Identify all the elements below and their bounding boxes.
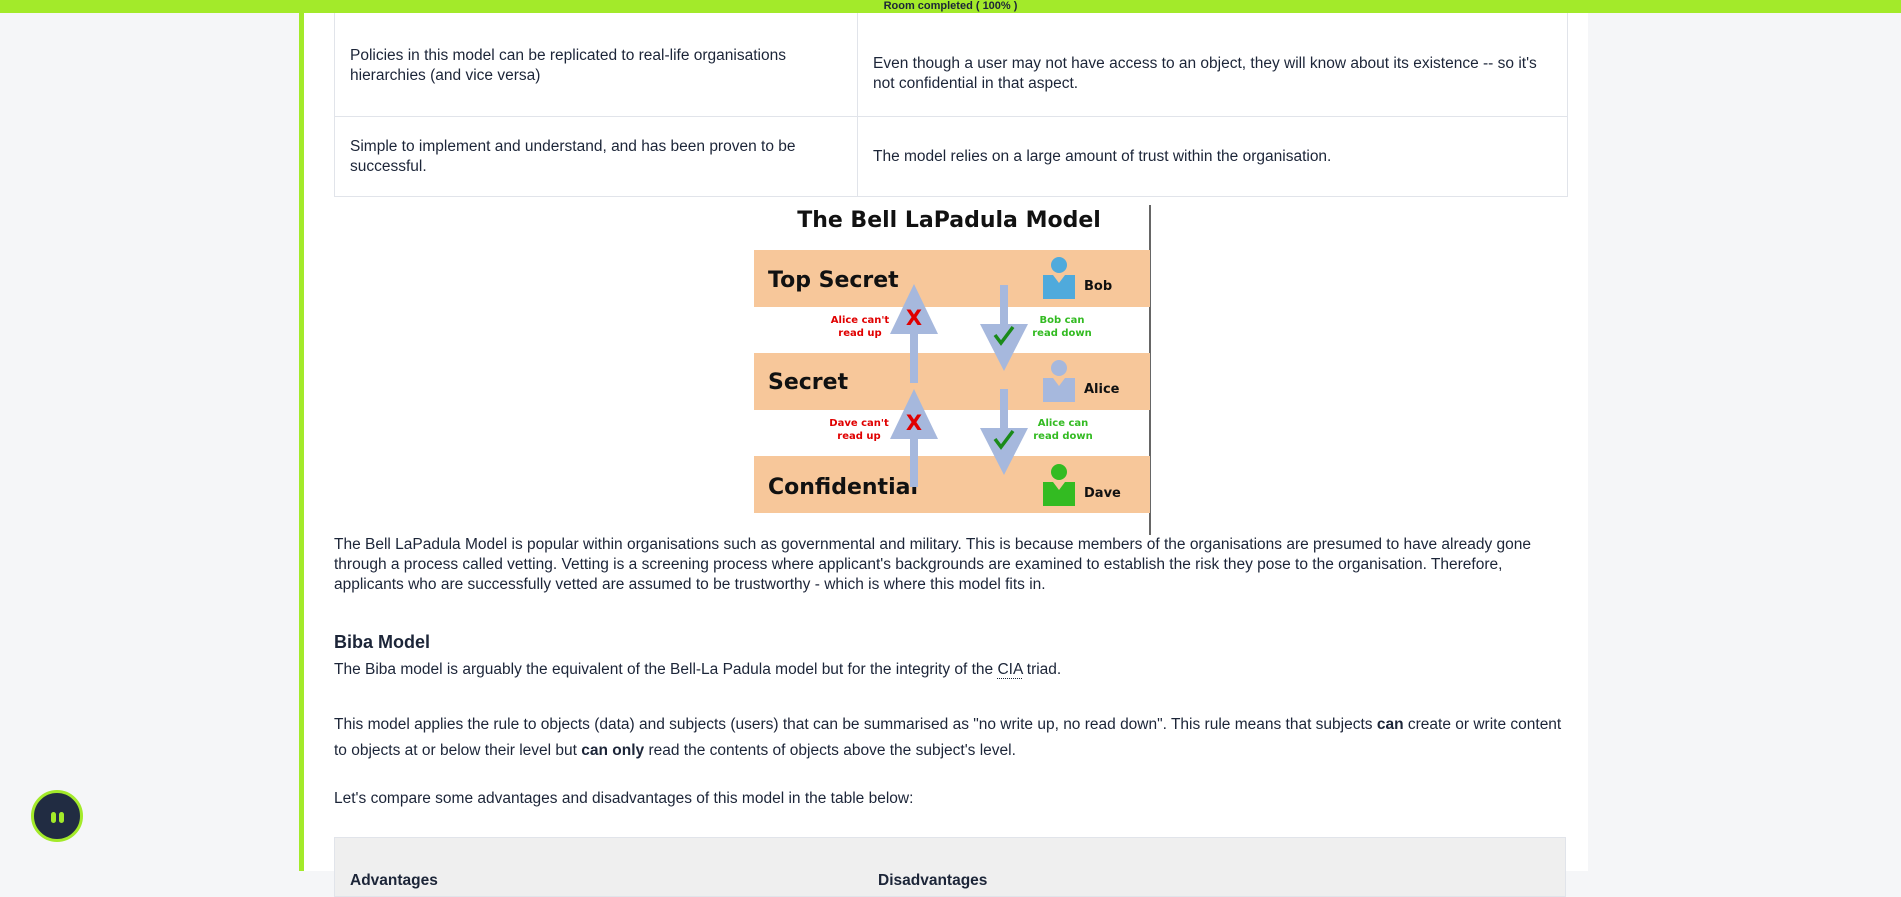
cia-abbreviation[interactable]: CIA — [997, 661, 1023, 679]
allow-label: Bob can — [1040, 315, 1085, 326]
advantage-cell: Policies in this model can be replicated… — [335, 13, 858, 116]
level-label-top-secret: Top Secret — [768, 268, 899, 293]
rule-text: read the contents of objects above the s… — [644, 742, 1016, 759]
biba-intro-paragraph: The Biba model is arguably the equivalen… — [334, 660, 1574, 680]
advantage-cell: Simple to implement and understand, and … — [335, 117, 858, 196]
biba-compare-paragraph: Let's compare some advantages and disadv… — [334, 790, 914, 807]
deny-label: Alice can't — [831, 315, 890, 326]
level-label-secret: Secret — [768, 370, 849, 395]
table-row: Policies in this model can be replicated… — [335, 13, 1567, 116]
biba-model-heading: Biba Model — [334, 632, 431, 652]
deny-label: read up — [837, 431, 880, 442]
assistant-bot-button[interactable] — [31, 790, 83, 842]
deny-x-icon: X — [906, 411, 922, 435]
allow-label: Alice can — [1038, 418, 1089, 429]
disadvantage-cell: The model relies on a large amount of tr… — [873, 147, 1332, 165]
user-label-bob: Bob — [1084, 279, 1112, 294]
room-progress-label: Room completed ( 100% ) — [883, 0, 1018, 12]
rule-emphasis: can — [1376, 716, 1404, 733]
allow-label: read down — [1033, 431, 1093, 442]
level-label-confidential: Confidential — [768, 475, 918, 500]
bell-lapadula-explanation: The Bell LaPadula Model is popular withi… — [334, 536, 1532, 593]
deny-label: Dave can't — [829, 418, 889, 429]
advantages-header: Advantages — [350, 872, 438, 889]
biba-rule-paragraph: This model applies the rule to objects (… — [334, 712, 1574, 764]
biba-intro-text: triad. — [1022, 661, 1062, 678]
rule-text: This model applies the rule to objects (… — [334, 716, 1377, 733]
user-label-alice: Alice — [1084, 382, 1120, 397]
user-label-dave: Dave — [1084, 486, 1121, 501]
biba-intro-text: The Biba model is arguably the equivalen… — [334, 661, 998, 678]
task-content: Policies in this model can be replicated… — [304, 13, 1588, 897]
disadvantage-cell: Even though a user may not have access t… — [873, 54, 1537, 92]
rule-emphasis: can only — [581, 742, 645, 759]
disadvantages-header: Disadvantages — [878, 872, 988, 889]
allow-label: read down — [1032, 328, 1092, 339]
table-row: Simple to implement and understand, and … — [335, 116, 1567, 196]
biba-pros-cons-table-header: Advantages Disadvantages — [334, 837, 1566, 897]
deny-label: read up — [838, 328, 881, 339]
room-progress-bar: Room completed ( 100% ) — [0, 0, 1901, 13]
diagram-title: The Bell LaPadula Model — [797, 208, 1101, 233]
deny-x-icon: X — [906, 306, 922, 330]
bell-lapadula-pros-cons-table: Policies in this model can be replicated… — [334, 13, 1568, 197]
bell-lapadula-diagram: The Bell LaPadula Model Top Secret Secre… — [749, 205, 1151, 535]
